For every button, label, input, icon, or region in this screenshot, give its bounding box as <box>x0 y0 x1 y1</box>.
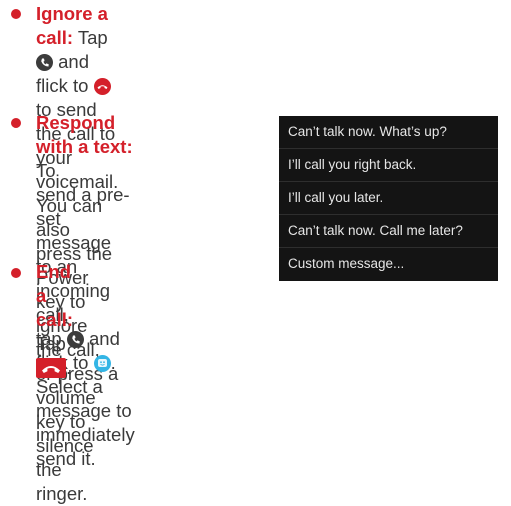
text-line: Select a message to <box>36 376 132 421</box>
end-call-paragraph: End a call: Tap . <box>36 260 73 380</box>
end-call-label: End a call: <box>36 261 74 330</box>
text-segment: . <box>66 357 72 378</box>
menu-item-message[interactable]: Can’t talk now. What’s up? <box>279 116 498 149</box>
decline-circle-icon <box>93 78 111 95</box>
bullet-dot <box>11 268 21 278</box>
text-line: immediately send it. <box>36 424 135 469</box>
end-call-icon <box>36 358 66 378</box>
text-line: ringer. <box>36 483 88 504</box>
menu-item-custom-message[interactable]: Custom message... <box>279 248 498 280</box>
phone-circle-icon <box>36 54 53 71</box>
text-line: send a pre-set message <box>36 184 130 253</box>
bullet-dot <box>11 9 21 19</box>
respond-text-label: Respond with a text: <box>36 112 133 157</box>
bullet-dot <box>11 118 21 128</box>
text-segment: Tap <box>36 333 66 354</box>
text-segment: Tap <box>77 27 108 48</box>
menu-item-message[interactable]: I’ll call you later. <box>279 182 498 215</box>
menu-item-message[interactable]: Can’t talk now. Call me later? <box>279 215 498 248</box>
message-smiley-icon <box>93 355 111 372</box>
menu-item-message[interactable]: I’ll call you right back. <box>279 149 498 182</box>
text-segment: . <box>110 352 116 373</box>
text-segment: To <box>36 160 56 181</box>
quick-response-menu: Can’t talk now. What’s up? I’ll call you… <box>279 116 498 281</box>
